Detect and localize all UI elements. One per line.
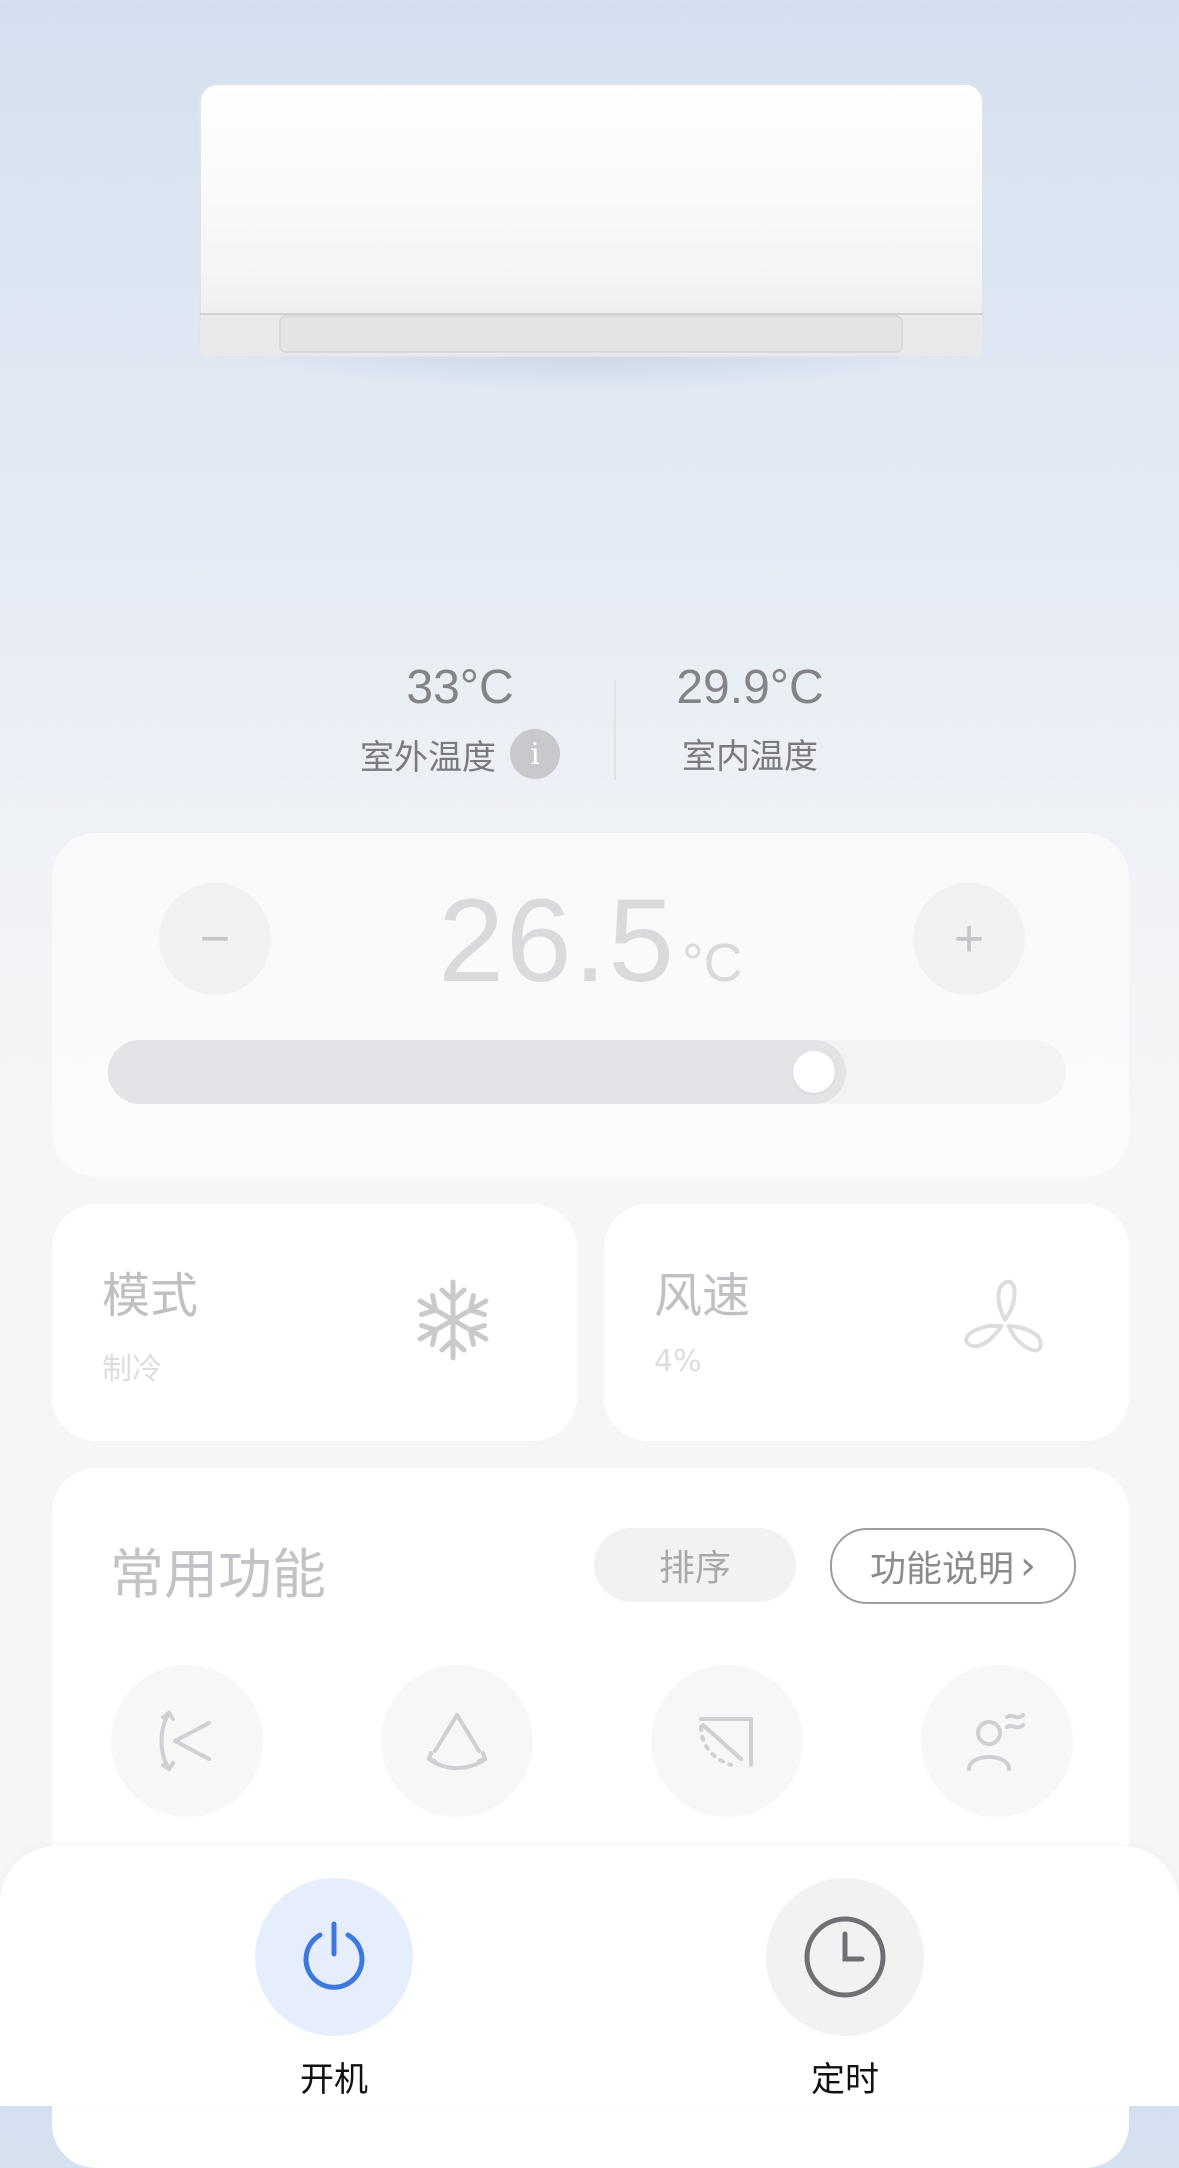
slider-handle[interactable] [793,1051,835,1093]
person-wind-icon [967,1713,1025,1771]
snowflake-icon [409,1279,497,1361]
functions-title: 常用功能 [110,1543,326,1606]
setpoint-unit: °C [682,933,743,993]
setpoint-card: − + 26.5 °C [52,833,1129,1177]
swing-horizontal-button[interactable] [381,1665,533,1817]
outdoor-temp-value: 33°C [406,661,514,714]
swing-vertical-icon [159,1710,211,1772]
function-help-button[interactable]: 功能说明 › [830,1528,1076,1604]
air-conditioner-image [199,83,984,357]
temperature-slider[interactable] [108,1040,1066,1104]
indoor-temp-label: 室内温度 [682,737,818,777]
airflow-direction-icon [699,1717,753,1767]
temperature-readouts: 33°C 室外温度 i 29.9°C 室内温度 [0,660,1179,800]
power-button[interactable] [255,1878,413,2036]
clock-icon [804,1916,886,1998]
swing-horizontal-icon [426,1713,488,1770]
chevron-right-icon: › [1020,1543,1036,1589]
mode-card[interactable]: 模式 制冷 [52,1204,577,1441]
swing-vertical-button[interactable] [111,1665,263,1817]
mode-value: 制冷 [102,1352,162,1387]
timer-label: 定时 [811,2060,879,2100]
slider-fill [108,1040,846,1104]
timer-button[interactable] [766,1878,924,2036]
power-label: 开机 [300,2060,368,2100]
sort-button[interactable]: 排序 [594,1528,796,1602]
temp-divider [614,680,616,780]
fan-icon [964,1279,1043,1353]
airflow-direction-button[interactable] [651,1665,803,1817]
person-wind-button[interactable] [921,1665,1073,1817]
outdoor-temp-label: 室外温度 [360,737,496,778]
fan-title: 风速 [654,1268,751,1324]
indoor-temp-value: 29.9°C [676,661,824,714]
mode-title: 模式 [102,1268,199,1324]
bottom-action-bar: 开机 定时 [0,1846,1179,2106]
info-icon[interactable]: i [510,729,560,779]
setpoint-display: 26.5 °C [52,873,1129,1009]
function-help-label: 功能说明 [869,1549,1014,1590]
outdoor-temperature: 33°C 室外温度 i [330,660,590,779]
setpoint-value: 26.5 [438,875,677,1007]
indoor-temperature: 29.9°C 室内温度 [640,660,860,778]
power-icon [303,1921,365,1990]
fan-value: 4% [654,1344,702,1379]
fan-speed-card[interactable]: 风速 4% [604,1204,1129,1441]
